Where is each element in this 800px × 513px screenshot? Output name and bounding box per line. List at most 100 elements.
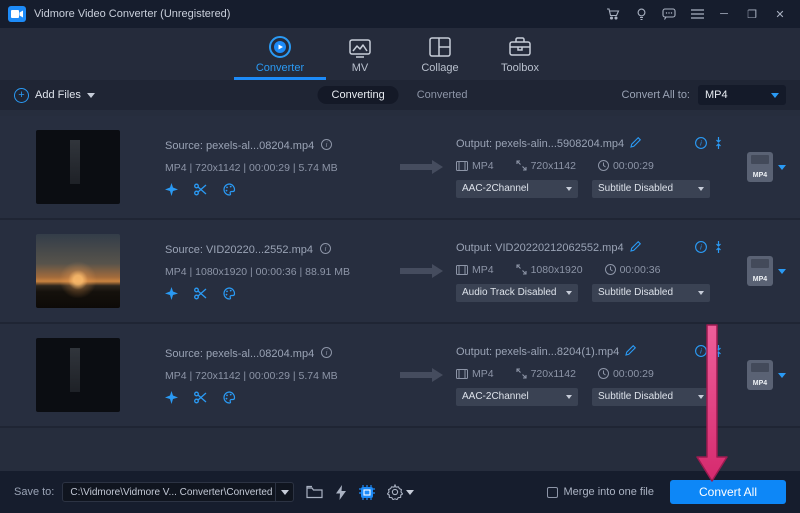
badge-label: MP4 — [753, 380, 767, 387]
file-row: Source: VID20220...2552.mp4 i MP4 | 1080… — [0, 220, 800, 324]
output-profile-badge[interactable]: MP4 — [747, 360, 773, 390]
converted-tab[interactable]: Converted — [417, 89, 468, 101]
save-path-value: C:\Vidmore\Vidmore V... Converter\Conver… — [63, 487, 275, 498]
source-filename: Source: pexels-al...08204.mp4 — [165, 140, 314, 152]
svg-text:i: i — [700, 138, 702, 147]
subtitle-select[interactable]: Subtitle Disabled — [592, 388, 710, 406]
convert-all-button[interactable]: Convert All — [670, 480, 786, 504]
subtitle-select[interactable]: Subtitle Disabled — [592, 180, 710, 198]
output-profile-group: MP4 — [747, 360, 786, 390]
compress-icon[interactable] — [713, 241, 724, 256]
gpu-acceleration-icon[interactable] — [359, 485, 375, 500]
audio-track-select[interactable]: AAC-2Channel — [456, 388, 578, 406]
minimize-button[interactable]: ─ — [712, 5, 736, 23]
close-button[interactable]: ✕ — [768, 5, 792, 23]
output-filename: Output: VID20220212062552.mp4 — [456, 242, 624, 254]
add-files-label: Add Files — [35, 89, 81, 101]
chevron-down-icon — [698, 187, 704, 191]
source-meta: MP4 | 720x1142 | 00:00:29 | 5.74 MB — [165, 162, 400, 174]
hardware-acceleration-icon[interactable] — [335, 485, 347, 500]
compress-icon[interactable] — [713, 345, 724, 360]
chevron-down-icon — [87, 93, 95, 98]
converting-tab[interactable]: Converting — [318, 86, 399, 104]
chevron-down-icon[interactable] — [778, 373, 786, 378]
rename-pencil-icon[interactable] — [625, 345, 636, 359]
source-filename: Source: VID20220...2552.mp4 — [165, 244, 313, 256]
menu-icon[interactable] — [686, 5, 708, 23]
output-resolution: 720x1142 — [531, 368, 576, 380]
subtitle-value: Subtitle Disabled — [598, 287, 673, 298]
video-thumbnail[interactable] — [36, 234, 120, 308]
output-format-select[interactable]: MP4 — [698, 85, 786, 105]
merge-into-one-file-option[interactable]: Merge into one file — [547, 486, 655, 498]
save-path-dropdown[interactable] — [275, 483, 293, 501]
bottom-bar: Save to: C:\Vidmore\Vidmore V... Convert… — [0, 471, 800, 513]
toolbar: + Add Files Converting Converted Convert… — [0, 80, 800, 110]
audio-track-value: AAC-2Channel — [462, 391, 529, 402]
audio-track-select[interactable]: AAC-2Channel — [456, 180, 578, 198]
svg-text:i: i — [325, 246, 327, 253]
edit-effects-icon[interactable] — [165, 287, 178, 300]
cut-scissors-icon[interactable] — [194, 391, 207, 404]
tab-converter[interactable]: Converter — [240, 35, 320, 80]
svg-text:i: i — [700, 346, 702, 355]
cart-icon[interactable] — [602, 5, 624, 23]
output-resolution: 1080x1920 — [531, 264, 583, 276]
tab-mv[interactable]: MV — [320, 35, 400, 80]
output-info-icon[interactable]: i — [695, 137, 707, 152]
titlebar: Vidmore Video Converter (Unregistered) ─… — [0, 0, 800, 28]
cut-scissors-icon[interactable] — [194, 287, 207, 300]
tab-collage[interactable]: Collage — [400, 35, 480, 80]
output-info: Output: VID20220212062552.mp4 i MP4 1080… — [456, 241, 724, 302]
badge-label: MP4 — [753, 276, 767, 283]
output-profile-group: MP4 — [747, 152, 786, 182]
palette-icon[interactable] — [223, 183, 236, 196]
source-info: Source: pexels-al...08204.mp4 i MP4 | 72… — [165, 347, 400, 404]
chevron-down-icon — [566, 291, 572, 295]
rename-pencil-icon[interactable] — [630, 241, 641, 255]
chevron-down-icon — [566, 187, 572, 191]
cut-scissors-icon[interactable] — [194, 183, 207, 196]
video-thumbnail[interactable] — [36, 130, 120, 204]
merge-checkbox[interactable] — [547, 487, 558, 498]
tab-converter-label: Converter — [256, 62, 304, 74]
output-duration: 00:00:29 — [613, 368, 654, 380]
source-filename: Source: pexels-al...08204.mp4 — [165, 348, 314, 360]
subtitle-select[interactable]: Subtitle Disabled — [592, 284, 710, 302]
chevron-down-icon[interactable] — [778, 165, 786, 170]
rename-pencil-icon[interactable] — [630, 137, 641, 151]
subtitle-value: Subtitle Disabled — [598, 183, 673, 194]
output-filename: Output: pexels-alin...5908204.mp4 — [456, 138, 624, 150]
output-info: Output: pexels-alin...5908204.mp4 i MP4 … — [456, 137, 724, 198]
info-icon[interactable]: i — [321, 139, 332, 153]
info-icon[interactable]: i — [321, 347, 332, 361]
add-files-button[interactable]: + Add Files — [14, 88, 95, 103]
edit-effects-icon[interactable] — [165, 391, 178, 404]
output-profile-badge[interactable]: MP4 — [747, 152, 773, 182]
edit-effects-icon[interactable] — [165, 183, 178, 196]
output-profile-badge[interactable]: MP4 — [747, 256, 773, 286]
chevron-down-icon — [698, 291, 704, 295]
compress-icon[interactable] — [713, 137, 724, 152]
palette-icon[interactable] — [223, 287, 236, 300]
output-format-chip: MP4 — [472, 160, 494, 172]
output-format-chip: MP4 — [472, 368, 494, 380]
palette-icon[interactable] — [223, 391, 236, 404]
save-path-select[interactable]: C:\Vidmore\Vidmore V... Converter\Conver… — [62, 482, 294, 502]
svg-text:i: i — [326, 142, 328, 149]
tab-toolbox[interactable]: Toolbox — [480, 35, 560, 80]
output-info: Output: pexels-alin...8204(1).mp4 i MP4 … — [456, 345, 724, 406]
app-window: Vidmore Video Converter (Unregistered) ─… — [0, 0, 800, 513]
output-info-icon[interactable]: i — [695, 345, 707, 360]
feedback-chat-icon[interactable] — [658, 5, 680, 23]
output-info-icon[interactable]: i — [695, 241, 707, 256]
info-icon[interactable]: i — [320, 243, 331, 257]
audio-track-select[interactable]: Audio Track Disabled — [456, 284, 578, 302]
window-title: Vidmore Video Converter (Unregistered) — [34, 8, 230, 20]
open-folder-icon[interactable] — [306, 485, 323, 499]
maximize-button[interactable]: ❐ — [740, 5, 764, 23]
video-thumbnail[interactable] — [36, 338, 120, 412]
chevron-down-icon[interactable] — [778, 269, 786, 274]
idea-lamp-icon[interactable] — [630, 5, 652, 23]
settings-button[interactable] — [387, 484, 414, 500]
